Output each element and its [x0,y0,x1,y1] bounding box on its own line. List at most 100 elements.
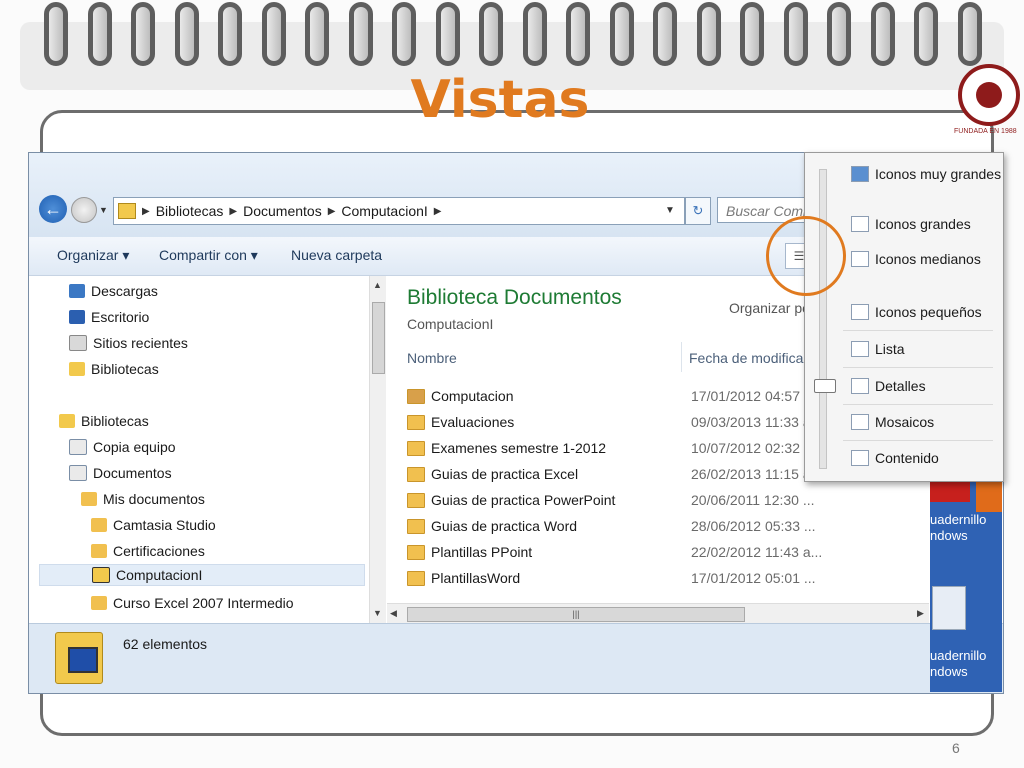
scroll-down-icon[interactable]: ▼ [373,608,382,618]
spiral-ring [174,2,199,66]
menu-item-content[interactable]: Contenido [851,447,939,469]
nav-item-copia-equipo[interactable]: Copia equipo [69,436,176,458]
view-size-slider[interactable] [819,169,827,469]
menu-item-medium-icons[interactable]: Iconos medianos [851,248,981,270]
tiles-view-icon [851,414,869,430]
nav-item-label: Curso Excel 2007 Intermedio [113,595,294,611]
menu-item-large-icons[interactable]: Iconos grandes [851,213,971,235]
menu-item-label: Mosaicos [875,414,935,430]
nav-item-computacioni[interactable]: ComputacionI [39,564,365,586]
file-name: Computacion [431,388,514,404]
address-bar[interactable]: ▶ Bibliotecas ▶ Documentos ▶ Computacion… [113,197,685,225]
chevron-right-icon[interactable]: ▶ [229,206,237,217]
file-name: Guias de practica Word [431,518,578,534]
highlight-circle [766,216,846,296]
scroll-right-icon[interactable]: ▶ [917,608,924,619]
nav-item-label: Bibliotecas [91,361,159,377]
column-divider[interactable] [681,342,682,372]
forward-button[interactable] [71,197,97,223]
spiral-ring [131,2,155,66]
breadcrumb-bibliotecas[interactable]: Bibliotecas [156,203,224,219]
menu-item-list[interactable]: Lista [851,338,905,360]
scrollbar-thumb[interactable]: ||| [407,607,745,622]
folder-icon [407,466,425,482]
small-icons-icon [851,304,869,320]
details-view-icon [851,378,869,394]
organize-button[interactable]: Organizar ▾ [57,247,129,264]
column-header-date[interactable]: Fecha de modifica... [689,350,815,366]
menu-item-label: Detalles [875,378,926,394]
spiral-ring [44,2,68,66]
horizontal-scrollbar[interactable]: ◀ ||| ▶ [387,603,929,624]
menu-item-tiles[interactable]: Mosaicos [851,411,934,433]
spiral-ring [696,2,721,66]
document-library-icon [69,465,87,481]
file-row[interactable]: Guias de practica PowerPoint 20/06/2011 1… [407,488,927,512]
menu-item-extra-large-icons[interactable]: Iconos muy grandes [851,163,1001,185]
spiral-ring [87,2,112,66]
nav-item-sitios-recientes[interactable]: Sitios recientes [69,332,188,354]
folder-icon [407,570,425,586]
nav-item-label: Mis documentos [103,491,205,507]
file-date: 10/07/2012 02:32 ... [691,440,816,456]
word-document-icon[interactable] [932,586,966,630]
chevron-right-icon[interactable]: ▶ [434,206,442,217]
nav-item-camtasia-studio[interactable]: Camtasia Studio [91,514,216,536]
spiral-ring [609,2,634,66]
view-slider-thumb[interactable] [814,379,836,393]
library-computer-icon [55,632,103,684]
folder-icon [81,492,97,506]
file-date: 26/02/2013 11:15 a... [691,466,823,482]
desktop-icon-label[interactable]: ndows [930,528,968,543]
nav-item-curso-excel[interactable]: Curso Excel 2007 Intermedio [91,592,294,614]
spiral-ring [522,2,547,66]
nav-item-escritorio[interactable]: Escritorio [69,306,149,328]
refresh-button[interactable]: ↻ [685,197,711,225]
breadcrumb-computacioni[interactable]: ComputacionI [341,203,427,219]
desktop-icon-label[interactable]: uadernillo [930,648,986,663]
nav-item-bibliotecas-root[interactable]: Bibliotecas [59,410,149,432]
menu-item-label: Iconos muy grandes [875,166,1002,182]
share-label: Compartir con [159,247,247,263]
menu-item-details[interactable]: Detalles [851,375,926,397]
file-name: Guias de practica PowerPoint [431,492,616,508]
back-button[interactable]: ← [39,195,67,223]
share-button[interactable]: Compartir con ▾ [159,247,258,264]
nav-item-label: Escritorio [91,309,150,325]
nav-item-bibliotecas[interactable]: Bibliotecas [69,358,159,380]
scroll-up-icon[interactable]: ▲ [373,280,382,290]
breadcrumb-documentos[interactable]: Documentos [243,203,322,219]
file-row[interactable]: PlantillasWord 17/01/2012 05:01 ... [407,566,927,590]
desktop-icon-label[interactable]: ndows [930,664,968,679]
file-row[interactable]: Plantillas PPoint 22/02/2012 11:43 a... [407,540,927,564]
new-folder-button[interactable]: Nueva carpeta [291,247,382,263]
nav-item-documentos[interactable]: Documentos [69,462,172,484]
menu-item-label: Lista [875,341,905,357]
status-bar: 62 elementos [29,623,1003,693]
folder-icon [91,544,107,558]
folder-icon [91,518,107,532]
column-header-name[interactable]: Nombre [407,350,457,366]
chevron-right-icon[interactable]: ▶ [328,206,336,217]
menu-item-small-icons[interactable]: Iconos pequeños [851,301,982,323]
folder-icon [407,518,425,534]
nav-item-mis-documentos[interactable]: Mis documentos [81,488,205,510]
nav-item-certificaciones[interactable]: Certificaciones [91,540,205,562]
scrollbar-thumb[interactable] [372,302,385,374]
library-title: Biblioteca Documentos [407,286,622,309]
file-date: 17/01/2012 05:01 ... [691,570,816,586]
chevron-right-icon[interactable]: ▶ [142,206,150,217]
nav-item-descargas[interactable]: Descargas [69,280,158,302]
desktop-icon-label[interactable]: uadernillo [930,512,986,527]
history-dropdown-icon[interactable]: ▼ [99,205,108,215]
spiral-ring [566,2,590,66]
scroll-left-icon[interactable]: ◀ [390,608,397,619]
address-dropdown-icon[interactable]: ▼ [665,205,675,216]
file-row[interactable]: Guias de practica Word 28/06/2012 05:33 .… [407,514,927,538]
arrange-by-dropdown[interactable]: Organizar por [729,300,815,316]
recent-places-icon [69,335,87,351]
spiral-ring [305,2,329,66]
spiral-ring [827,2,851,66]
navigation-scrollbar[interactable]: ▲ ▼ [369,276,386,623]
page-number: 6 [952,740,960,756]
